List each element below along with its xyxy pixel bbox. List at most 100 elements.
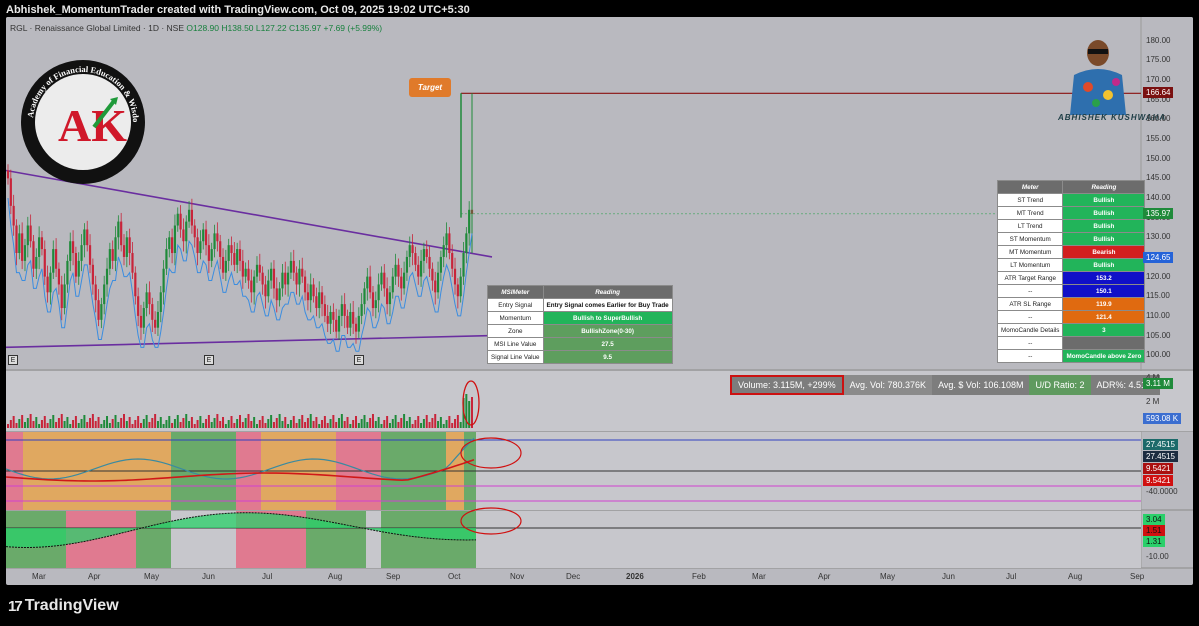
volume-bar bbox=[86, 422, 89, 428]
candle-body bbox=[15, 225, 18, 254]
candle-body bbox=[261, 272, 264, 285]
y-tick-label: 160.00 bbox=[1146, 114, 1171, 124]
volume-bar bbox=[219, 421, 222, 428]
screenshot-frame: Abhishek_MomentumTrader created with Tra… bbox=[0, 0, 1199, 626]
candle-body bbox=[374, 300, 377, 309]
y-tick-label: 130.00 bbox=[1146, 232, 1171, 242]
candle-body bbox=[439, 256, 442, 273]
price-badge-close: 135.97 bbox=[1143, 207, 1174, 219]
msi-row: Momentum Bullish to SuperBullish bbox=[487, 311, 673, 325]
ohlc-close: C135.97 bbox=[289, 23, 322, 33]
candle-body bbox=[52, 249, 55, 273]
candle-body bbox=[185, 221, 188, 242]
x-tick-label: Jun bbox=[942, 572, 955, 581]
volume-bar bbox=[9, 420, 12, 428]
volume-bar bbox=[142, 419, 145, 428]
volume-bar bbox=[117, 422, 120, 428]
candle-body bbox=[137, 296, 140, 316]
earnings-marker-icon[interactable]: E bbox=[354, 355, 364, 365]
meter-value: 150.1 bbox=[1062, 284, 1146, 298]
candle-body bbox=[156, 311, 160, 328]
candle-body bbox=[244, 268, 247, 277]
candle-body bbox=[38, 237, 41, 257]
tradingview-logo[interactable]: 17 TradingView bbox=[8, 597, 119, 615]
volume-bar bbox=[89, 418, 92, 428]
volume-bar bbox=[210, 422, 213, 428]
meter-key: MT Momentum bbox=[996, 245, 1064, 259]
volume-bar bbox=[224, 424, 227, 428]
chart-area[interactable]: RGL · Renaissance Global Limited · 1D · … bbox=[6, 17, 1193, 585]
volume-bar bbox=[15, 423, 18, 428]
candle-body bbox=[207, 245, 210, 261]
candle-body bbox=[117, 221, 120, 238]
y-tick-label: 175.00 bbox=[1146, 55, 1171, 65]
x-tick-label: Sep bbox=[386, 572, 401, 581]
volume-bar bbox=[188, 421, 191, 428]
volume-bar bbox=[437, 421, 440, 428]
candle-body bbox=[60, 284, 63, 309]
candle-body bbox=[434, 280, 437, 293]
earnings-marker-icon[interactable]: E bbox=[204, 355, 214, 365]
meter-key: -- bbox=[996, 310, 1064, 324]
msi-badge: 27.4515 bbox=[1143, 439, 1178, 450]
volume-bar bbox=[338, 418, 341, 428]
meter-key: MT Trend bbox=[996, 206, 1064, 220]
meter-row: MT Momentum Bearish bbox=[996, 245, 1146, 259]
candle-body bbox=[168, 237, 171, 250]
candle-body bbox=[128, 237, 131, 254]
meter-value: 121.4 bbox=[1062, 310, 1146, 324]
volume-bar bbox=[411, 424, 414, 428]
target-label[interactable]: Target bbox=[409, 78, 451, 97]
volume-bar bbox=[456, 415, 459, 428]
avatar-shirt bbox=[1070, 69, 1126, 115]
candle-body bbox=[83, 229, 86, 246]
candle-body bbox=[417, 264, 420, 277]
volume-bar bbox=[422, 419, 425, 428]
volume-bar bbox=[29, 414, 32, 428]
earnings-marker-icon[interactable]: E bbox=[8, 355, 18, 365]
volume-bar bbox=[363, 415, 366, 428]
volume-bar bbox=[420, 423, 423, 428]
volume-bar bbox=[428, 422, 431, 428]
candle-body bbox=[114, 237, 117, 261]
volume-bar bbox=[309, 414, 312, 428]
candle-body bbox=[230, 245, 233, 254]
candle-body bbox=[49, 272, 52, 293]
volume-bar bbox=[318, 424, 321, 428]
candle-body bbox=[179, 213, 182, 230]
volume-bar bbox=[123, 414, 125, 428]
volume-bar bbox=[106, 416, 109, 428]
candle-body bbox=[145, 292, 148, 309]
volume-bar bbox=[83, 415, 86, 428]
momo-zone bbox=[136, 511, 171, 568]
volume-bar bbox=[63, 421, 66, 428]
x-tick-label: Apr bbox=[818, 572, 831, 581]
y-tick-label: 155.00 bbox=[1146, 134, 1171, 144]
candle-body bbox=[405, 256, 409, 273]
meter-key: ATR Target Range bbox=[996, 271, 1064, 285]
volume-bar bbox=[301, 415, 304, 428]
candle-body bbox=[445, 233, 448, 246]
volume-bar bbox=[108, 423, 111, 428]
meter-row: LT Trend Bullish bbox=[996, 219, 1146, 233]
volume-bar bbox=[43, 416, 46, 428]
meter-key: ST Momentum bbox=[996, 232, 1064, 246]
candle-body bbox=[312, 284, 315, 297]
candle-body bbox=[97, 300, 100, 320]
candle-body bbox=[383, 272, 386, 289]
volume-bar bbox=[289, 420, 292, 428]
candle-body bbox=[349, 311, 352, 328]
candle-body bbox=[459, 276, 462, 297]
meter-header-meter: Meter bbox=[996, 180, 1064, 194]
volume-bar bbox=[137, 416, 140, 428]
candle-body bbox=[219, 241, 222, 257]
candle-body bbox=[103, 284, 106, 305]
candle-body bbox=[199, 241, 202, 254]
volume-bar bbox=[357, 423, 360, 428]
volume-bar bbox=[244, 418, 247, 428]
candle-body bbox=[442, 245, 445, 257]
volume-bar bbox=[471, 397, 473, 428]
candle-body bbox=[21, 233, 24, 261]
volume-bar bbox=[425, 415, 428, 428]
volume-bar bbox=[312, 421, 315, 428]
